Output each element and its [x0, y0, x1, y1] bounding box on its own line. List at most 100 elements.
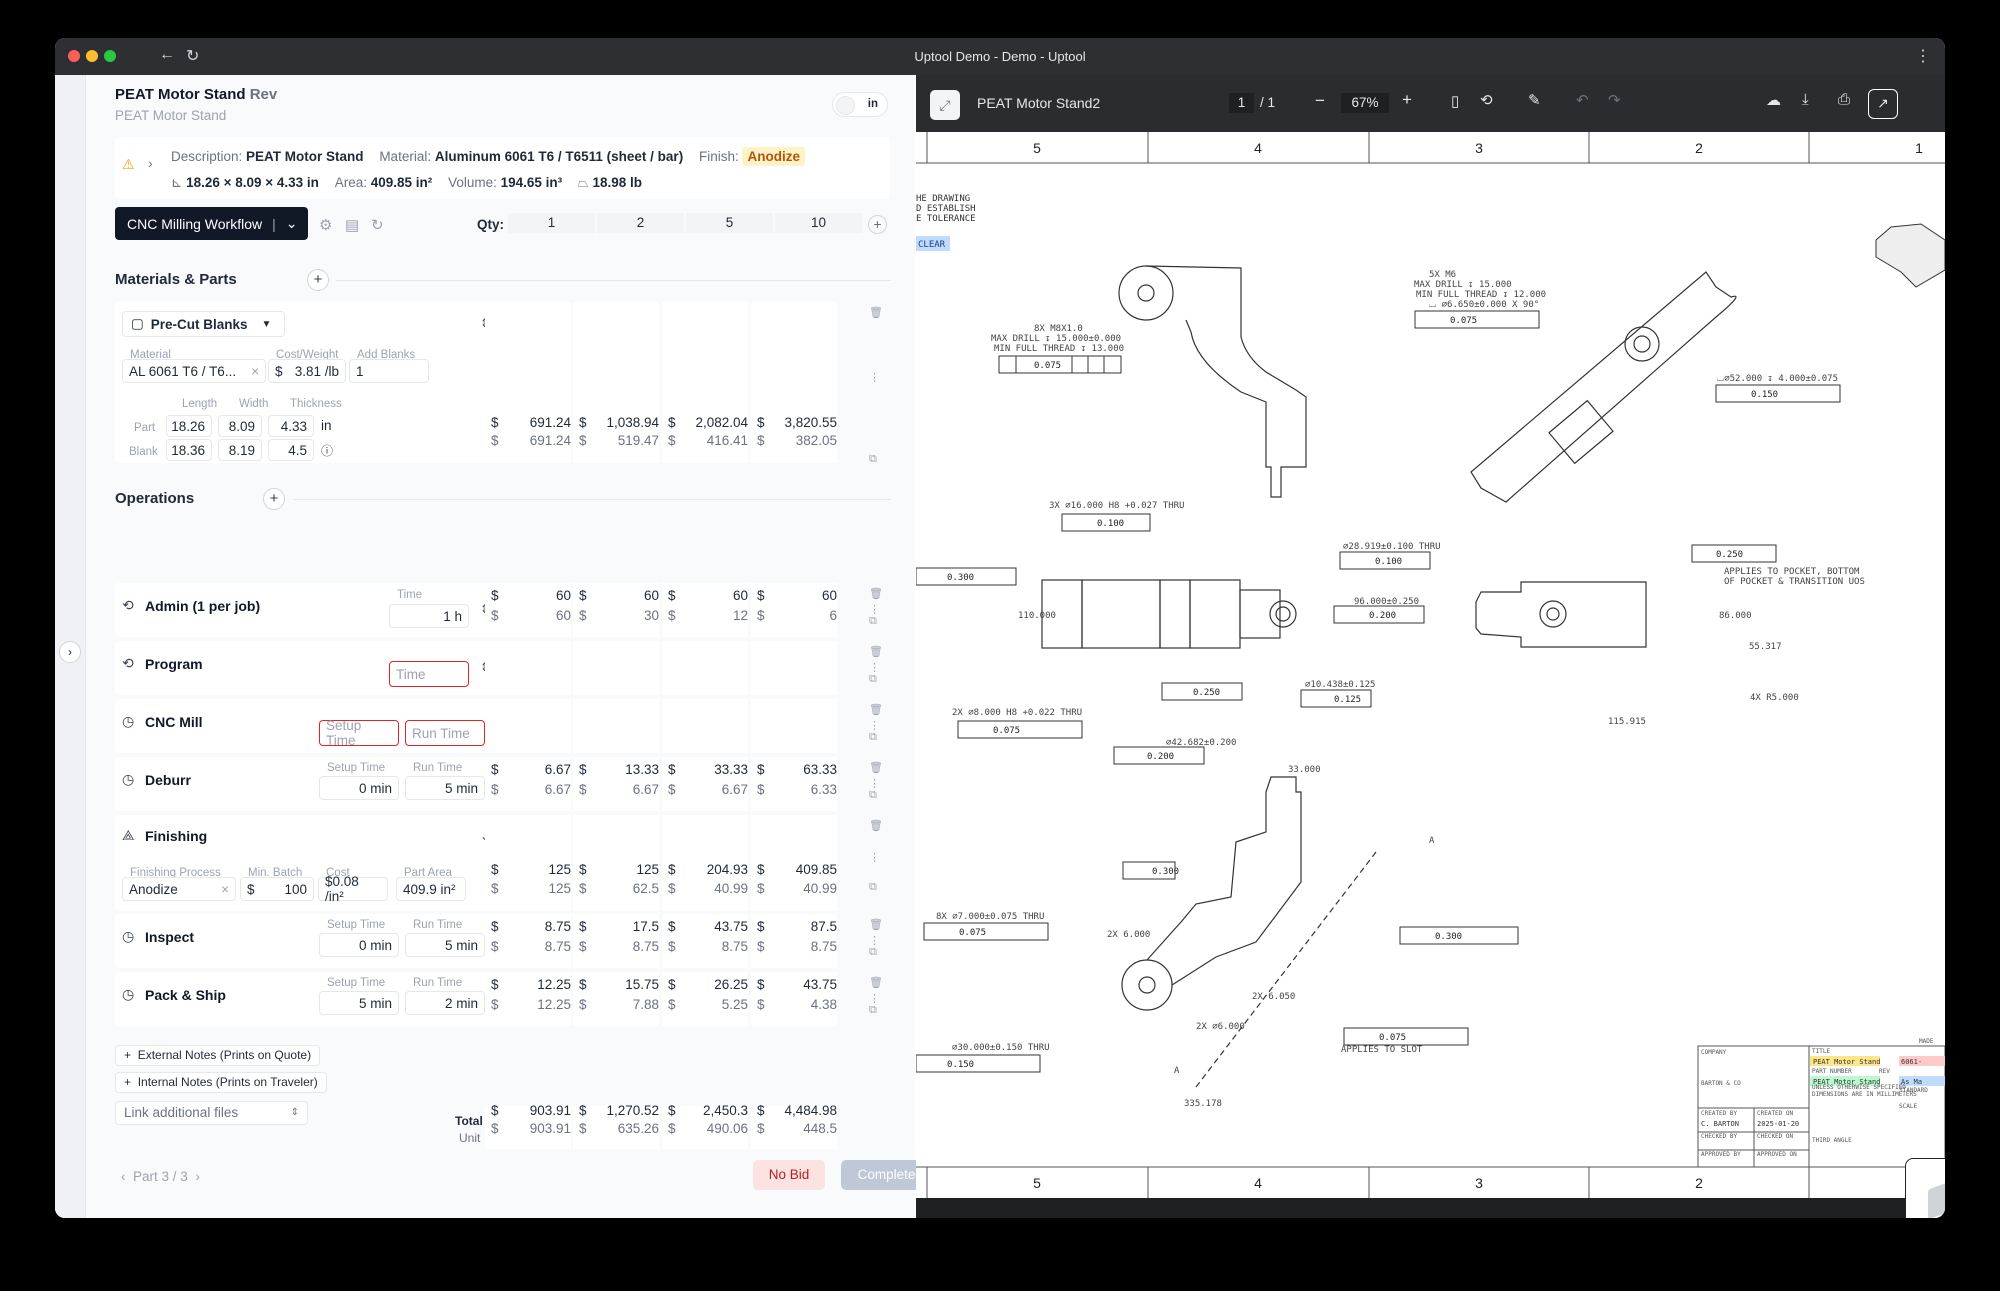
drag-handle-icon[interactable]: ⋮ [869, 371, 880, 384]
callout: 4X R5.000 [1750, 693, 1799, 703]
save-cloud-icon[interactable]: ☁ [1766, 91, 1781, 109]
inspect-run-input[interactable]: 5 min [405, 933, 485, 957]
add-blanks-input[interactable]: 1 [349, 359, 429, 383]
min-batch-input[interactable]: $100 [240, 877, 314, 901]
clear-icon[interactable]: × [221, 882, 229, 897]
part-length-input[interactable]: 18.26 [166, 415, 212, 437]
clear-icon[interactable]: × [251, 364, 259, 379]
redo-icon[interactable]: ↷ [1608, 91, 1621, 109]
unit-price: 8.75 [810, 939, 837, 954]
external-notes-button[interactable]: + External Notes (Prints on Quote) [115, 1045, 321, 1066]
3d-preview-thumbnail[interactable] [1905, 1158, 1945, 1218]
trash-icon[interactable]: 🗑 [869, 819, 883, 832]
part-thickness-input[interactable]: 4.33 [268, 415, 314, 437]
internal-notes-button[interactable]: + Internal Notes (Prints on Traveler) [115, 1072, 327, 1093]
fullscreen-icon[interactable]: ⤢ [930, 90, 960, 120]
cost-input[interactable]: $3.81 /lb [268, 359, 346, 383]
no-bid-button[interactable]: No Bid [753, 1160, 825, 1190]
copy-icon[interactable]: ⧉ [869, 881, 877, 894]
zoom-out-icon[interactable]: − [1315, 91, 1325, 111]
material-card: ▢Pre-Cut Blanks▼ ⇕ Material AL 6061 T6 /… [115, 302, 509, 463]
print-icon[interactable]: ⎙ [1838, 91, 1850, 108]
rotate-icon[interactable]: ⟲ [1480, 91, 1493, 109]
workflow-dropdown[interactable]: CNC Milling Workflow | ⌄ [115, 207, 308, 240]
blank-type-dropdown[interactable]: ▢ Pre-Cut Blanks ▼ [122, 311, 285, 337]
blank-width-input[interactable]: 8.19 [218, 439, 262, 461]
add-operation-button[interactable]: + [263, 488, 285, 510]
add-qty-button[interactable]: + [868, 215, 887, 234]
open-external-icon[interactable]: ↗ [1868, 89, 1898, 119]
trash-icon[interactable]: 🗑 [869, 703, 883, 716]
expand-sidebar-chevron-icon[interactable]: › [59, 641, 81, 663]
process-value: Anodize [129, 881, 178, 897]
material-select[interactable]: AL 6061 T6 / T6... × [122, 359, 266, 383]
drag-handle-icon[interactable]: ⋮ [869, 851, 880, 864]
download-icon[interactable]: ⤓ [1802, 91, 1809, 108]
blank-length-input[interactable]: 18.36 [166, 439, 212, 461]
expand-chevron-icon[interactable]: › [148, 155, 153, 171]
finish-cost-input[interactable]: $0.08 /in² [318, 874, 388, 904]
currency-symbol: $ [668, 608, 676, 623]
callout: MAX DRILL ↧ 15.000 [1414, 280, 1512, 290]
draw-icon[interactable]: ✎ [1528, 91, 1541, 109]
cnc-run-input[interactable]: Run Time [405, 720, 485, 746]
document-icon[interactable]: ▤ [345, 216, 359, 234]
add-material-button[interactable]: + [307, 269, 329, 291]
next-part-chevron-icon[interactable]: › [195, 1169, 200, 1184]
part-pagination[interactable]: ‹ Part 3 / 3 › [121, 1169, 200, 1184]
collapsed-sidebar: › [55, 75, 86, 1218]
tb-label: SCALE [1899, 1103, 1917, 1110]
trash-icon[interactable]: 🗑 [869, 918, 883, 931]
part-area-input[interactable]: 409.9 in² [396, 877, 466, 901]
qty-input[interactable]: 10 [775, 213, 862, 233]
pack-setup-input[interactable]: 5 min [319, 991, 399, 1015]
trash-icon[interactable]: 🗑 [869, 645, 883, 658]
inspect-setup-input[interactable]: 0 min [319, 933, 399, 957]
blank-thickness-input[interactable]: 4.5 [268, 439, 314, 461]
cnc-setup-input[interactable]: Setup Time [319, 718, 399, 748]
deburr-setup-input[interactable]: 0 min [319, 776, 399, 800]
qty-input[interactable]: 1 [508, 213, 595, 233]
zone-label: 3 [1475, 1175, 1483, 1191]
callout: 335.178 [1184, 1099, 1222, 1109]
fit-page-icon[interactable]: ▯ [1451, 92, 1459, 110]
unit-price: 691.24 [529, 433, 571, 448]
copy-icon[interactable]: ⧉ [869, 673, 877, 686]
price-row: $8.75 [491, 919, 571, 934]
refresh-icon[interactable]: ↻ [371, 216, 384, 234]
copy-icon[interactable]: ⧉ [869, 731, 877, 744]
price-row: $12.25 [491, 997, 571, 1012]
unit-toggle[interactable]: in [832, 92, 888, 117]
copy-icon[interactable]: ⧉ [869, 789, 877, 802]
page-input[interactable]: 1 [1229, 93, 1254, 113]
qty-input[interactable]: 5 [686, 213, 773, 233]
more-menu-icon[interactable]: ⋮ [1915, 46, 1931, 66]
undo-icon[interactable]: ↶ [1576, 91, 1589, 109]
program-time-input[interactable]: Time [389, 661, 469, 687]
qty-input[interactable]: 2 [597, 213, 684, 233]
copy-icon[interactable]: ⧉ [869, 946, 877, 959]
copy-icon[interactable]: ⧉ [869, 1004, 877, 1017]
part-width-input[interactable]: 8.09 [218, 415, 262, 437]
link-files-select[interactable]: Link additional files ⇕ [115, 1101, 308, 1125]
admin-time-input[interactable]: 1 h [389, 604, 469, 628]
currency-symbol: $ [491, 977, 499, 992]
deburr-run-input[interactable]: 5 min [405, 776, 485, 800]
zoom-level[interactable]: 67% [1341, 93, 1389, 113]
finishing-process-select[interactable]: Anodize × [122, 877, 236, 901]
trash-icon[interactable]: 🗑 [869, 976, 883, 989]
trash-icon[interactable]: 🗑 [869, 761, 883, 774]
zoom-in-icon[interactable]: + [1402, 90, 1412, 110]
zone-label: 4 [1254, 1175, 1262, 1191]
total-price: 43.75 [714, 919, 748, 934]
info-icon[interactable]: ⓘ [321, 442, 333, 459]
copy-icon[interactable]: ⧉ [869, 453, 877, 466]
rev-label[interactable]: Rev [250, 86, 278, 103]
settings-gear-icon[interactable]: ⚙ [319, 216, 332, 234]
price-row: $60 [491, 588, 571, 603]
prev-part-chevron-icon[interactable]: ‹ [121, 1169, 126, 1184]
trash-icon[interactable]: 🗑 [869, 587, 883, 600]
pack-run-input[interactable]: 2 min [405, 991, 485, 1015]
trash-icon[interactable]: 🗑 [869, 306, 883, 319]
copy-icon[interactable]: ⧉ [869, 615, 877, 628]
